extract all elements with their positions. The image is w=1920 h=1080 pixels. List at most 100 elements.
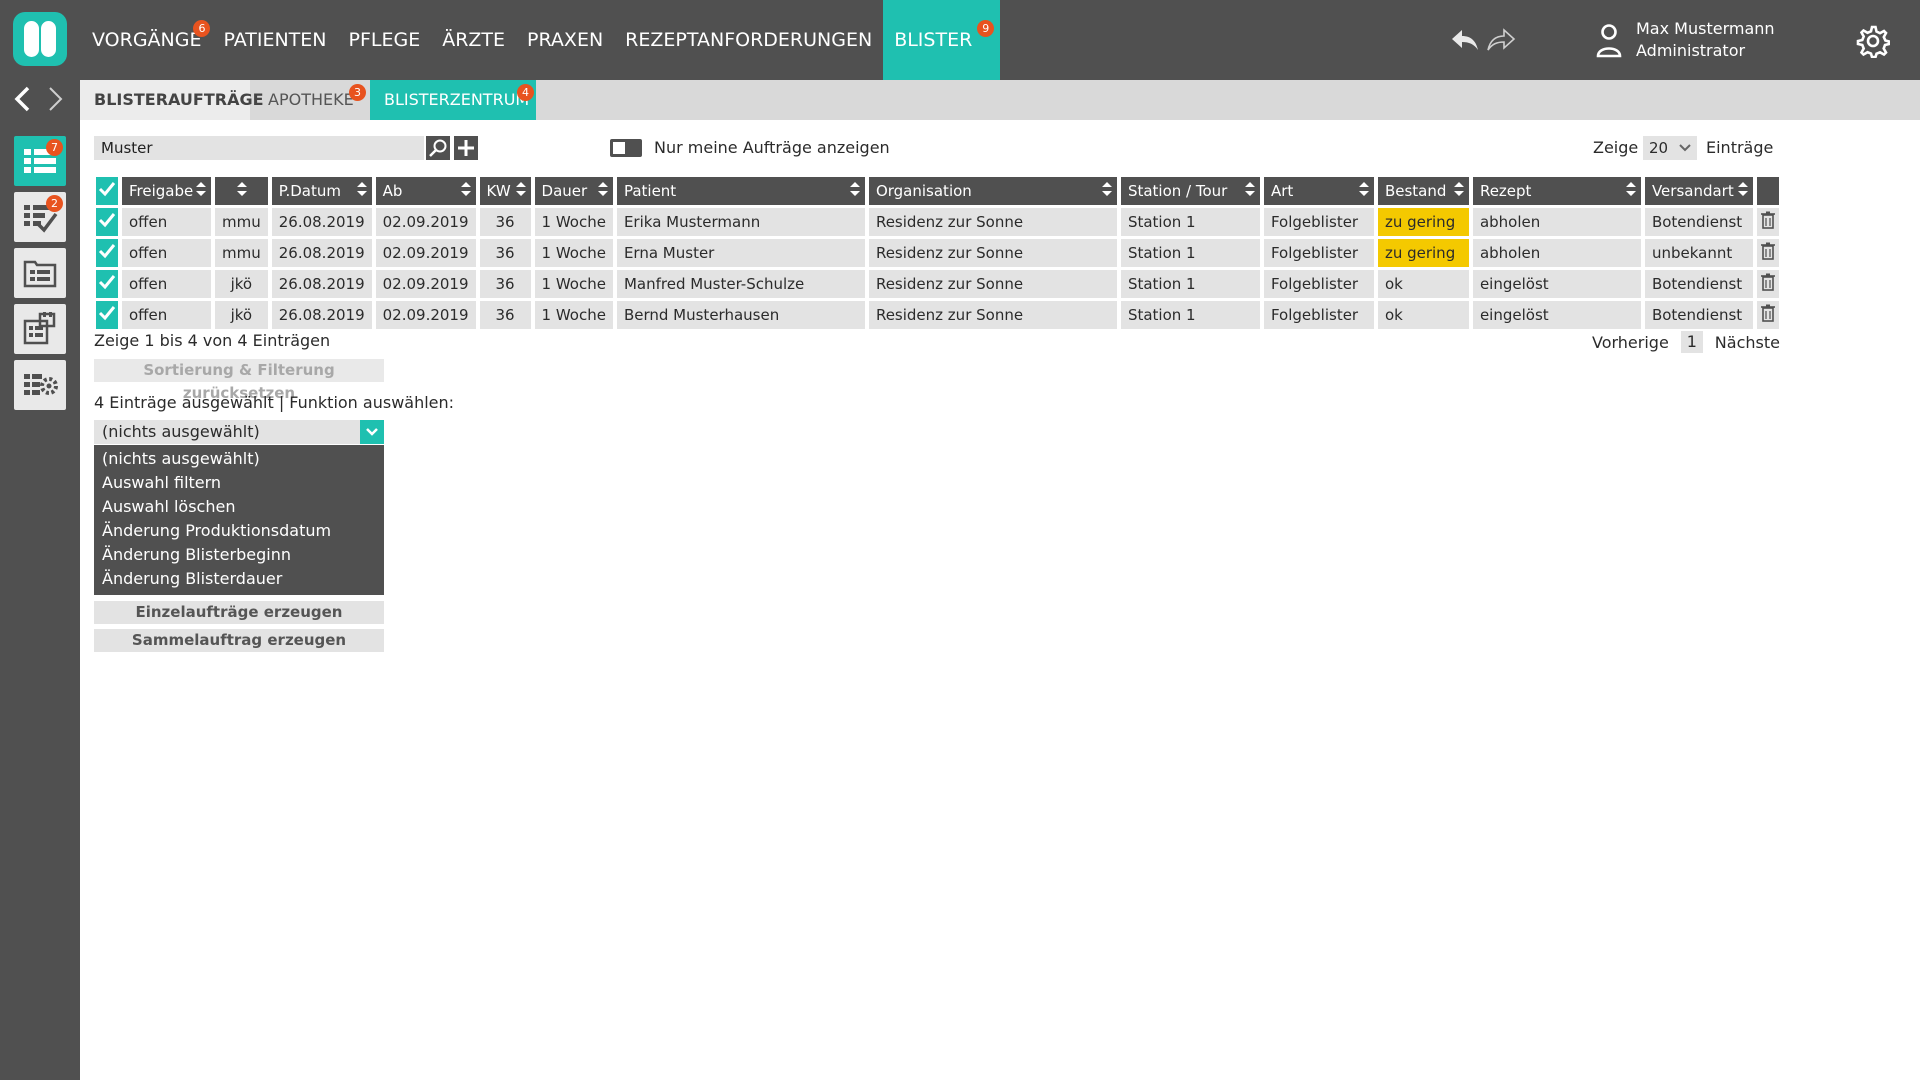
cell-kw: 36	[479, 208, 531, 236]
cell-ab: 02.09.2019	[375, 208, 476, 236]
sort-icon	[196, 182, 206, 196]
nav-item-rezeptanforderungen[interactable]: REZEPTANFORDERUNGEN	[614, 0, 883, 80]
next-page-link[interactable]: Nächste	[1715, 333, 1780, 352]
sort-icon	[597, 182, 608, 196]
tab-bar: BLISTERAUFTRÄGE APOTHEKE 3 BLISTERZENTRU…	[80, 80, 1920, 120]
function-dropdown-list: (nichts ausgewählt) Auswahl filtern Ausw…	[94, 445, 384, 595]
col-patient[interactable]: Patient	[616, 177, 865, 205]
sidebar-item-blister[interactable]: 7	[14, 136, 66, 186]
col-bestand[interactable]: Bestand	[1377, 177, 1469, 205]
add-button[interactable]	[454, 136, 478, 160]
col-organisation[interactable]: Organisation	[868, 177, 1117, 205]
forward-arrow-icon[interactable]	[44, 86, 66, 112]
app-logo-icon[interactable]	[13, 12, 67, 66]
sidebar-badge: 7	[46, 139, 63, 156]
delete-row-button[interactable]	[1756, 208, 1779, 236]
sidebar-item-checklist[interactable]: 2	[14, 192, 66, 242]
function-select[interactable]: (nichts ausgewählt)	[94, 420, 384, 444]
checkmark-icon	[98, 306, 116, 321]
page-length-select[interactable]: 20	[1643, 136, 1697, 160]
undo-icon[interactable]	[1450, 26, 1480, 54]
cell-kuerzel: mmu	[215, 239, 268, 267]
chevron-down-icon	[366, 428, 378, 436]
cell-pdatum: 26.08.2019	[271, 270, 372, 298]
sidebar-item-folder[interactable]	[14, 248, 66, 298]
cell-organisation: Residenz zur Sonne	[868, 208, 1117, 236]
back-arrow-icon[interactable]	[12, 86, 34, 112]
search-icon	[429, 139, 447, 157]
checkmark-icon	[98, 213, 116, 228]
cell-dauer: 1 Woche	[534, 208, 613, 236]
cell-rezept: abholen	[1472, 239, 1641, 267]
tab-blisterzentrum[interactable]: BLISTERZENTRUM 4	[370, 80, 536, 120]
redo-icon[interactable]	[1486, 26, 1516, 54]
sort-icon	[1737, 182, 1748, 196]
table-row[interactable]: offen jkö 26.08.2019 02.09.2019 36 1 Woc…	[96, 270, 1779, 298]
col-art[interactable]: Art	[1263, 177, 1374, 205]
nav-item-vorgaenge[interactable]: VORGÄNGE 6	[81, 0, 212, 80]
col-kuerzel[interactable]	[215, 177, 268, 205]
search-input[interactable]	[94, 136, 424, 160]
table-row[interactable]: offen mmu 26.08.2019 02.09.2019 36 1 Woc…	[96, 239, 1779, 267]
sidebar-item-calendar[interactable]	[14, 304, 66, 354]
search-button[interactable]	[426, 136, 450, 160]
col-pdatum[interactable]: P.Datum	[271, 177, 372, 205]
cell-patient: Manfred Muster-Schulze	[616, 270, 865, 298]
col-rezept[interactable]: Rezept	[1472, 177, 1641, 205]
cell-freigabe: offen	[122, 301, 211, 329]
checkmark-icon	[98, 244, 116, 259]
cell-freigabe: offen	[122, 270, 211, 298]
dropdown-option[interactable]: Änderung Blisterbeginn	[94, 543, 384, 567]
chevron-down-icon	[1679, 144, 1691, 152]
dropdown-option[interactable]: Änderung Blisterdauer	[94, 567, 384, 591]
sort-icon	[1453, 182, 1464, 196]
user-info[interactable]: Max Mustermann Administrator	[1596, 18, 1775, 62]
create-collective-order-button[interactable]: Sammelauftrag erzeugen	[94, 629, 384, 652]
sort-icon	[515, 182, 526, 196]
tab-blisterauftraege[interactable]: BLISTERAUFTRÄGE	[80, 80, 264, 120]
dropdown-arrow[interactable]	[360, 420, 384, 444]
gear-icon[interactable]	[1856, 24, 1891, 59]
dropdown-option[interactable]: Änderung Produktionsdatum	[94, 519, 384, 543]
only-my-orders-toggle[interactable]	[610, 139, 642, 157]
nav-item-praxen[interactable]: PRAXEN	[516, 0, 614, 80]
reset-sort-filter-button[interactable]: Sortierung & Filterung zurücksetzen	[94, 359, 384, 402]
dropdown-option[interactable]: (nichts ausgewählt)	[94, 447, 384, 471]
sidebar-item-settings-list[interactable]	[14, 360, 66, 410]
nav-item-aerzte[interactable]: ÄRZTE	[431, 0, 516, 80]
create-single-orders-button[interactable]: Einzelaufträge erzeugen	[94, 601, 384, 624]
cell-kw: 36	[479, 301, 531, 329]
selection-info: 4 Einträge ausgewählt | Funktion auswähl…	[94, 393, 455, 412]
col-ab[interactable]: Ab	[375, 177, 476, 205]
col-station[interactable]: Station / Tour	[1120, 177, 1260, 205]
col-kw[interactable]: KW	[479, 177, 531, 205]
page-number-button[interactable]: 1	[1680, 331, 1703, 353]
select-all-checkbox[interactable]	[96, 177, 118, 205]
cell-station: Station 1	[1120, 208, 1260, 236]
prev-page-link[interactable]: Vorherige	[1592, 333, 1669, 352]
row-checkbox[interactable]	[96, 239, 118, 267]
col-freigabe[interactable]: Freigabe	[122, 177, 211, 205]
main-nav: VORGÄNGE 6 PATIENTEN PFLEGE ÄRZTE PRAXEN…	[81, 0, 1001, 80]
nav-item-pflege[interactable]: PFLEGE	[338, 0, 432, 80]
row-checkbox[interactable]	[96, 301, 118, 329]
cell-organisation: Residenz zur Sonne	[868, 270, 1117, 298]
table-row[interactable]: offen jkö 26.08.2019 02.09.2019 36 1 Woc…	[96, 301, 1779, 329]
row-checkbox[interactable]	[96, 208, 118, 236]
cell-kuerzel: jkö	[215, 270, 268, 298]
dropdown-option[interactable]: Auswahl löschen	[94, 495, 384, 519]
tab-apotheke[interactable]: APOTHEKE 3	[254, 80, 368, 120]
table-row[interactable]: offen mmu 26.08.2019 02.09.2019 36 1 Woc…	[96, 208, 1779, 236]
cell-pdatum: 26.08.2019	[271, 239, 372, 267]
row-checkbox[interactable]	[96, 270, 118, 298]
nav-item-blister[interactable]: BLISTER 9	[883, 0, 1001, 80]
cell-art: Folgeblister	[1263, 270, 1374, 298]
delete-row-button[interactable]	[1756, 301, 1779, 329]
col-versandart[interactable]: Versandart	[1644, 177, 1753, 205]
nav-item-patienten[interactable]: PATIENTEN	[212, 0, 337, 80]
tab-badge: 3	[349, 84, 366, 101]
delete-row-button[interactable]	[1756, 239, 1779, 267]
col-dauer[interactable]: Dauer	[534, 177, 613, 205]
delete-row-button[interactable]	[1756, 270, 1779, 298]
dropdown-option[interactable]: Auswahl filtern	[94, 471, 384, 495]
